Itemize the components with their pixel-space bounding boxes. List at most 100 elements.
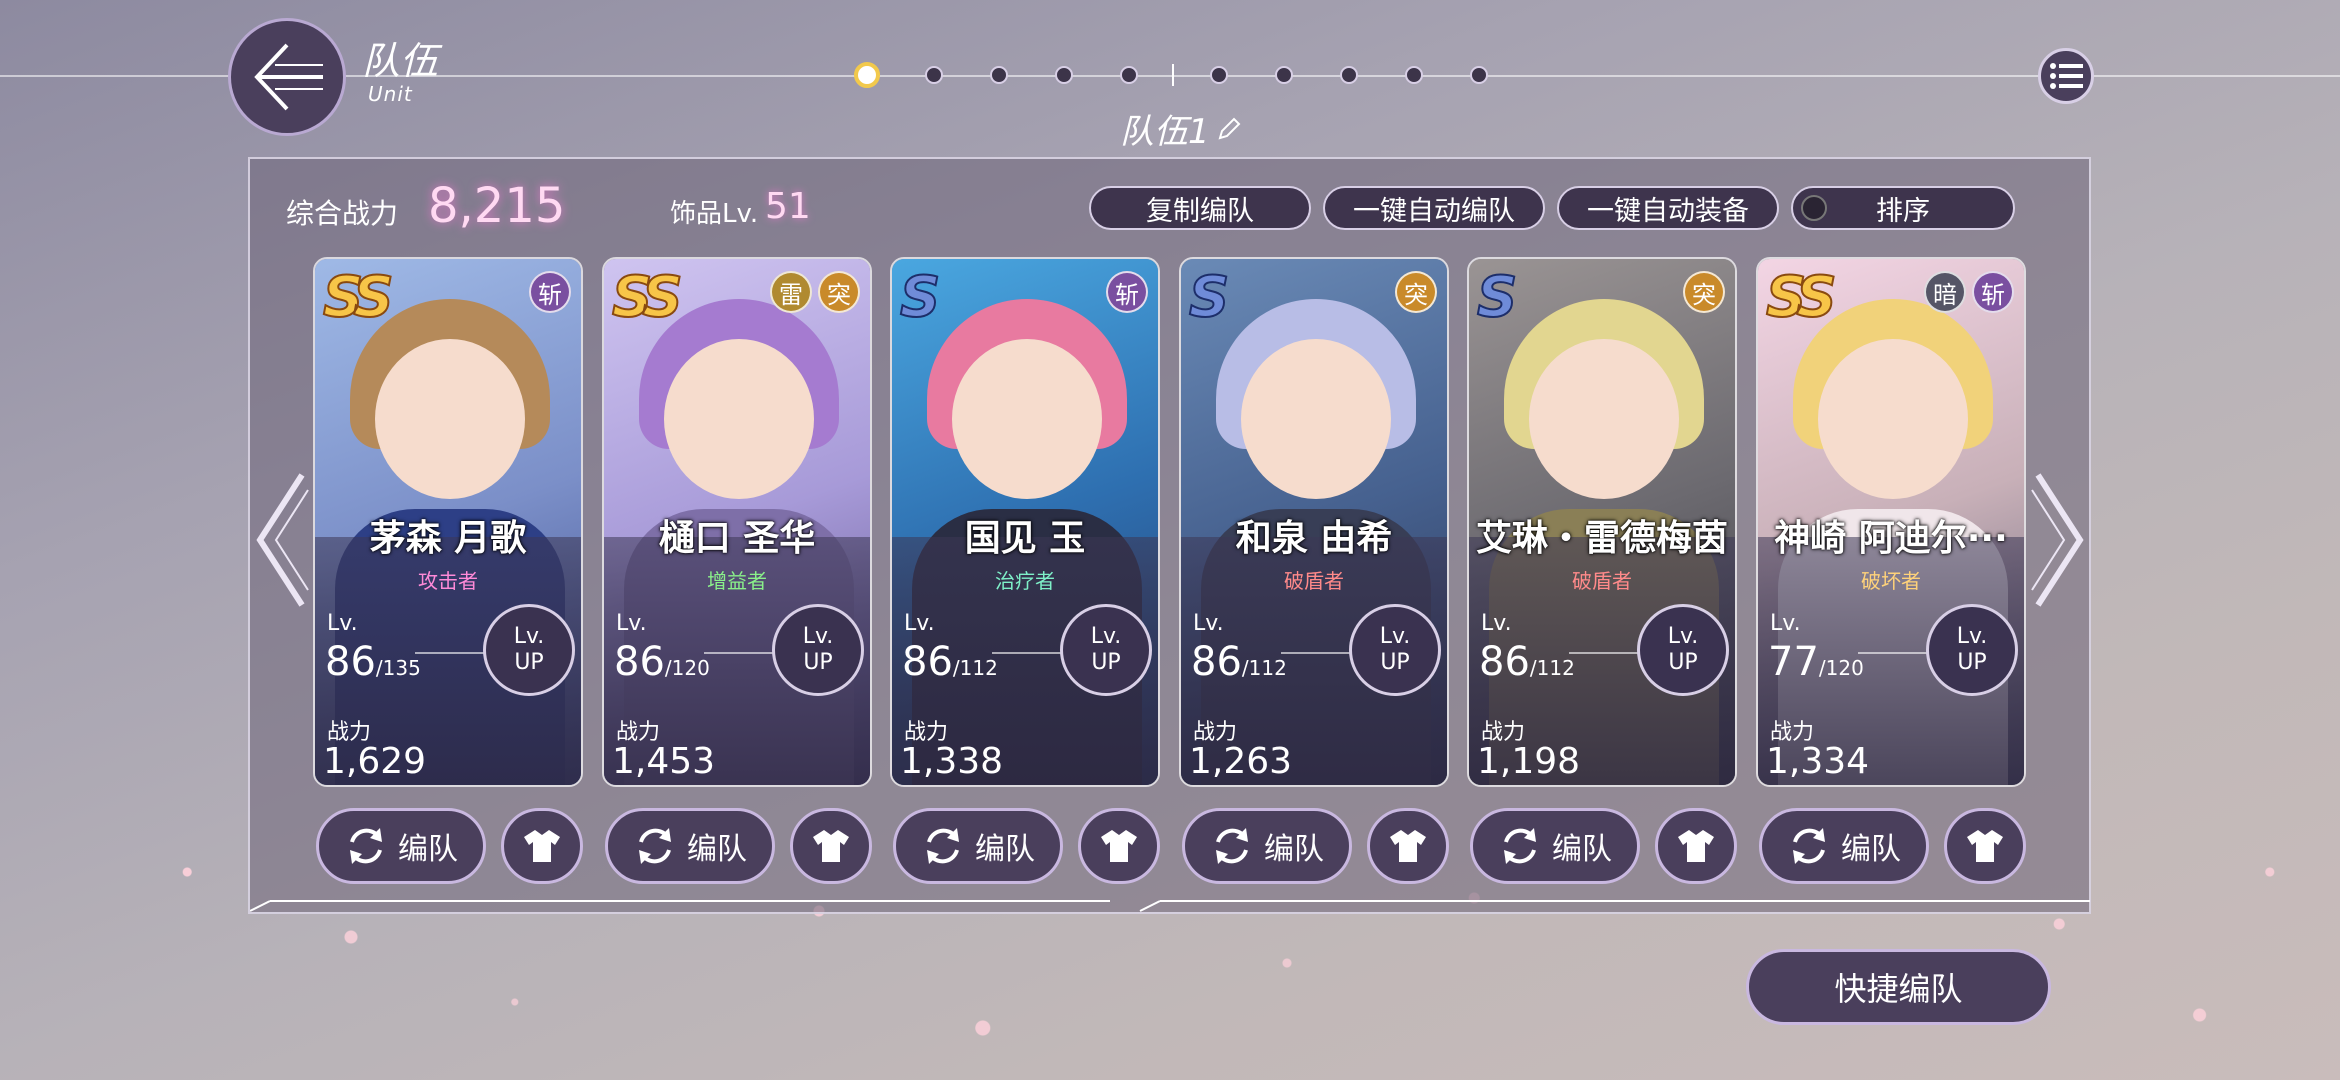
shirt-icon [813, 830, 849, 862]
level-max: /112 [952, 656, 998, 680]
character-card[interactable]: S 斩 国见 玉 治疗者 Lv. 86/112 Lv. UP 战力 1,338 [890, 257, 1160, 787]
attribute-badges: 突 [1395, 271, 1437, 313]
team-dot[interactable] [1120, 66, 1138, 84]
level-current: 86 [614, 639, 665, 685]
attribute-badges: 暗斩 [1924, 271, 2014, 313]
equipment-button[interactable] [1655, 808, 1737, 884]
edit-team-button[interactable]: 编队 [893, 808, 1063, 884]
menu-button[interactable] [2038, 48, 2094, 104]
total-power-label: 综合战力 [286, 197, 399, 230]
team-dot[interactable] [1470, 66, 1488, 84]
element-badge: 斩 [529, 271, 571, 313]
copy-team-button[interactable]: 复制编队 [1089, 186, 1311, 230]
equipment-button[interactable] [1944, 808, 2026, 884]
pencil-icon [1218, 117, 1241, 139]
back-button[interactable] [228, 18, 346, 136]
lvup-label-bottom: UP [1957, 650, 1987, 675]
page-title: 队伍 [362, 39, 439, 83]
character-role: 破盾者 [1284, 569, 1344, 593]
edit-team-button[interactable]: 编队 [316, 808, 486, 884]
character-card[interactable]: SS 斩 茅森 月歌 攻击者 Lv. 86/135 Lv. UP 战力 1,629 [313, 257, 583, 787]
level-divider [704, 652, 774, 654]
edit-team-label: 编队 [687, 832, 747, 867]
team-dot[interactable] [1340, 66, 1358, 84]
element-badge: 突 [1395, 271, 1437, 313]
character-name: 国见 玉 [964, 518, 1086, 559]
rarity-icon: S [1188, 264, 1230, 331]
edit-team-button[interactable]: 编队 [1759, 808, 1929, 884]
swap-icon [1793, 828, 1825, 864]
power-value: 1,338 [900, 741, 1004, 782]
character-card[interactable]: S 突 艾琳・雷德梅茵 破盾者 Lv. 86/112 Lv. UP 战力 1,19… [1467, 257, 1737, 787]
element-badge: 暗 [1924, 271, 1966, 313]
edit-team-label: 编队 [398, 832, 458, 867]
character-card[interactable]: SS 暗斩 神崎 阿迪尔··· 破坏者 Lv. 77/120 Lv. UP 战力 … [1756, 257, 2026, 787]
face-shape [1529, 339, 1679, 499]
power-value: 1,198 [1477, 741, 1581, 782]
equipment-button[interactable] [790, 808, 872, 884]
level-up-button[interactable]: Lv. UP [1926, 604, 2018, 696]
swap-icon [639, 828, 671, 864]
lvup-label-top: Lv. [802, 623, 834, 649]
power-value: 1,263 [1189, 741, 1293, 782]
equipment-button[interactable] [1078, 808, 1160, 884]
level-max: /112 [1529, 656, 1575, 680]
level-label: Lv. [904, 611, 935, 636]
auto-team-button[interactable]: 一键自动编队 [1323, 186, 1545, 230]
level-up-button[interactable]: Lv. UP [1637, 604, 1729, 696]
character-card[interactable]: SS 雷突 樋口 圣华 增益者 Lv. 86/120 Lv. UP 战力 1,45… [602, 257, 872, 787]
shirt-icon [524, 830, 560, 862]
edit-team-button[interactable]: 编队 [605, 808, 775, 884]
level-max: /120 [664, 656, 710, 680]
lvup-label-top: Lv. [1090, 623, 1122, 649]
prev-arrow-icon[interactable] [252, 470, 312, 610]
equipment-button[interactable] [1367, 808, 1449, 884]
team-name-label: 队伍1 [1120, 112, 1210, 152]
quick-team-button[interactable]: 快捷编队 [1746, 949, 2051, 1025]
list-icon [2050, 63, 2083, 89]
team-dot[interactable] [1405, 66, 1423, 84]
team-dot[interactable] [990, 66, 1008, 84]
team-dot[interactable] [1055, 66, 1073, 84]
team-dot[interactable] [854, 62, 880, 88]
level-value: 86/112 [902, 639, 998, 685]
level-up-button[interactable]: Lv. UP [772, 604, 864, 696]
lvup-label-top: Lv. [513, 623, 545, 649]
swap-icon [1216, 828, 1248, 864]
header-line [0, 75, 2340, 77]
level-value: 86/112 [1479, 639, 1575, 685]
team-dot[interactable] [1275, 66, 1293, 84]
level-divider [992, 652, 1062, 654]
character-name: 神崎 阿迪尔··· [1774, 518, 2008, 559]
level-up-button[interactable]: Lv. UP [1060, 604, 1152, 696]
edit-team-button[interactable]: 编队 [1470, 808, 1640, 884]
character-card[interactable]: S 突 和泉 由希 破盾者 Lv. 86/112 Lv. UP 战力 1,263 [1179, 257, 1449, 787]
team-dot[interactable] [925, 66, 943, 84]
page-subtitle: Unit [368, 82, 413, 106]
character-name: 和泉 由希 [1235, 518, 1393, 559]
equipment-button[interactable] [501, 808, 583, 884]
sort-toggle-icon [1801, 195, 1827, 221]
swap-icon [927, 828, 959, 864]
auto-team-label: 一键自动编队 [1353, 195, 1515, 227]
element-badge: 斩 [1106, 271, 1148, 313]
level-up-button[interactable]: Lv. UP [1349, 604, 1441, 696]
auto-equip-button[interactable]: 一键自动装备 [1557, 186, 1779, 230]
sort-label: 排序 [1876, 195, 1930, 227]
team-name[interactable]: 队伍1 [1120, 104, 1242, 153]
rarity-icon: S [1476, 264, 1518, 331]
team-dot[interactable] [1210, 66, 1228, 84]
rarity-icon: SS [611, 264, 684, 331]
level-up-button[interactable]: Lv. UP [483, 604, 575, 696]
edit-team-button[interactable]: 编队 [1182, 808, 1352, 884]
level-label: Lv. [1481, 611, 1512, 636]
next-arrow-icon[interactable] [2028, 470, 2088, 610]
shirt-icon [1678, 830, 1714, 862]
power-value: 1,334 [1766, 741, 1870, 782]
sort-button[interactable]: 排序 [1791, 186, 2015, 230]
lvup-label-top: Lv. [1956, 623, 1988, 649]
lvup-label-bottom: UP [1380, 650, 1410, 675]
copy-team-label: 复制编队 [1146, 195, 1254, 227]
level-max: /120 [1818, 656, 1864, 680]
accessory-level-value: 51 [765, 186, 811, 227]
